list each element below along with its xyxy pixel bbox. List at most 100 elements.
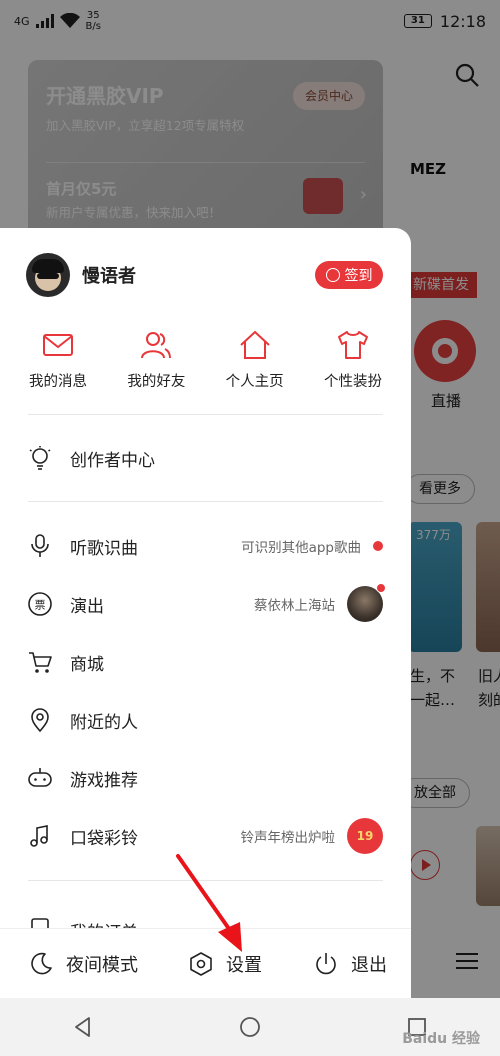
- settings-icon: [190, 951, 212, 976]
- notification-dot: [373, 541, 383, 551]
- orders-row[interactable]: 我的订单: [26, 910, 383, 928]
- menu-item-nearby[interactable]: 附近的人: [26, 700, 383, 740]
- profile-row[interactable]: 慢语者 签到: [26, 252, 383, 298]
- menu-label: 口袋彩铃: [70, 828, 138, 849]
- menu-hint: 铃声年榜出炉啦: [240, 830, 336, 846]
- lightbulb-icon: [26, 444, 54, 472]
- vip-divider: [46, 162, 365, 163]
- system-nav-bar: Baidu 经验: [0, 998, 500, 1056]
- speed-value: 35: [86, 10, 100, 21]
- home-button[interactable]: [230, 1007, 270, 1047]
- friends-icon: [141, 332, 172, 359]
- playlist-title: 生，不 一起…: [410, 667, 456, 709]
- home-circle-icon: [240, 1017, 260, 1037]
- cart-icon: [26, 648, 54, 676]
- location-icon: [26, 706, 54, 734]
- gamepad-icon: [26, 764, 54, 792]
- live-label: 直播: [431, 392, 462, 410]
- menu-label: 游戏推荐: [70, 770, 138, 791]
- signal-indicator: 4G: [14, 14, 30, 28]
- new-disc-badge: 新碟首发: [405, 272, 477, 298]
- avatar[interactable]: [26, 253, 70, 297]
- menu-item-song-recognition[interactable]: 听歌识曲 可识别其他app歌曲: [26, 526, 383, 566]
- banner-text: MEZ: [410, 160, 447, 178]
- playlist-thumbnail[interactable]: 377万: [408, 522, 462, 652]
- menu-label: 演出: [70, 596, 104, 617]
- coin-icon: [325, 268, 340, 282]
- ringtone-badge-icon: 19: [347, 818, 383, 854]
- mail-icon: [43, 334, 73, 356]
- playlist-title: 旧人 刻的: [478, 667, 500, 709]
- logout-label: 退出: [351, 954, 387, 976]
- speed-unit: B/s: [85, 21, 101, 32]
- menu-item-mall[interactable]: 商城: [26, 642, 383, 682]
- settings-label: 设置: [226, 954, 262, 976]
- logout-button[interactable]: 退出: [313, 951, 387, 977]
- live-icon[interactable]: [414, 320, 476, 382]
- menu-label: 创作者中心: [70, 450, 155, 471]
- menu-label: 商城: [70, 654, 104, 675]
- network-speed: 35 B/s: [86, 10, 101, 32]
- quick-item-homepage[interactable]: 个人主页: [207, 328, 303, 398]
- quick-item-theme[interactable]: 个性装扮: [305, 328, 401, 398]
- checkin-button[interactable]: 签到: [315, 261, 383, 289]
- quick-label: 个性装扮: [323, 374, 382, 390]
- quick-label: 我的消息: [29, 374, 87, 390]
- night-mode-button[interactable]: 夜间模式: [28, 951, 138, 977]
- play-count: 377万: [416, 528, 451, 542]
- mic-icon: [26, 532, 54, 560]
- vip-subtitle: 加入黑胶VIP，立享超12项专属特权: [46, 118, 245, 133]
- vip-card[interactable]: 开通黑胶VIP 加入黑胶VIP，立享超12项专属特权 会员中心 首月仅5元 新用…: [28, 60, 383, 250]
- vip-center-button[interactable]: 会员中心: [293, 82, 365, 110]
- watermark: Baidu 经验: [402, 1031, 480, 1047]
- power-icon: [316, 952, 336, 974]
- tshirt-icon: [337, 331, 368, 359]
- playlist-icon[interactable]: [452, 946, 482, 976]
- chevron-right-icon[interactable]: ›: [360, 184, 367, 205]
- checkin-label: 签到: [344, 268, 373, 284]
- divider: [28, 414, 383, 415]
- svg-text:票: 票: [35, 599, 46, 612]
- moon-icon: [31, 952, 52, 974]
- see-more-button[interactable]: 看更多: [405, 474, 475, 504]
- menu-item-orders[interactable]: 我的订单: [0, 904, 411, 928]
- play-icon[interactable]: [410, 850, 440, 880]
- document-icon: [26, 916, 54, 928]
- vip-offer-subtitle: 新用户专属优惠，快来加入吧！: [46, 205, 222, 220]
- back-triangle-icon: [75, 1017, 91, 1037]
- quick-label: 个人主页: [225, 374, 284, 390]
- ticket-icon: 票: [26, 590, 54, 618]
- quick-actions: 我的消息 我的好友 个人主页 个性装扮: [10, 328, 401, 398]
- menu-hint: 可识别其他app歌曲: [241, 540, 361, 556]
- drawer-bottom-bar: 夜间模式 设置 退出: [0, 928, 411, 998]
- menu-item-creator-center[interactable]: 创作者中心: [26, 438, 383, 478]
- home-icon: [239, 330, 270, 359]
- quick-label: 我的好友: [127, 374, 186, 390]
- username[interactable]: 慢语者: [82, 262, 136, 288]
- menu-item-ringtone[interactable]: 口袋彩铃 铃声年榜出炉啦 19: [26, 816, 383, 856]
- status-bar: 4G 35 B/s 31 12:18: [0, 0, 500, 42]
- search-icon[interactable]: [454, 62, 480, 88]
- menu-item-shows[interactable]: 票 演出 蔡依林上海站: [26, 583, 386, 624]
- battery-indicator: 31: [403, 14, 432, 28]
- night-mode-label: 夜间模式: [66, 954, 138, 976]
- menu-label: 附近的人: [70, 712, 138, 733]
- song-thumbnail[interactable]: [476, 826, 500, 906]
- back-button[interactable]: [63, 1007, 103, 1047]
- side-drawer: 慢语者 签到 我的消息 我的好友 个人主页 个性装扮 创作者中心 听歌识曲 可识…: [0, 228, 411, 998]
- vip-offer-title: 首月仅5元: [46, 180, 117, 198]
- settings-button[interactable]: 设置: [188, 951, 262, 977]
- divider: [28, 501, 383, 502]
- menu-item-games[interactable]: 游戏推荐: [26, 758, 383, 798]
- signal-icon: [35, 14, 54, 28]
- clock: 12:18: [439, 11, 486, 31]
- quick-item-messages[interactable]: 我的消息: [10, 328, 106, 398]
- gift-icon: [303, 178, 343, 214]
- menu-label: 我的订单: [70, 918, 138, 929]
- quick-item-friends[interactable]: 我的好友: [108, 328, 204, 398]
- show-thumbnail: [347, 583, 386, 622]
- playlist-thumbnail[interactable]: [476, 522, 500, 652]
- menu-hint: 蔡依林上海站: [254, 598, 335, 614]
- ringtone-icon: [26, 822, 54, 850]
- divider: [28, 880, 383, 881]
